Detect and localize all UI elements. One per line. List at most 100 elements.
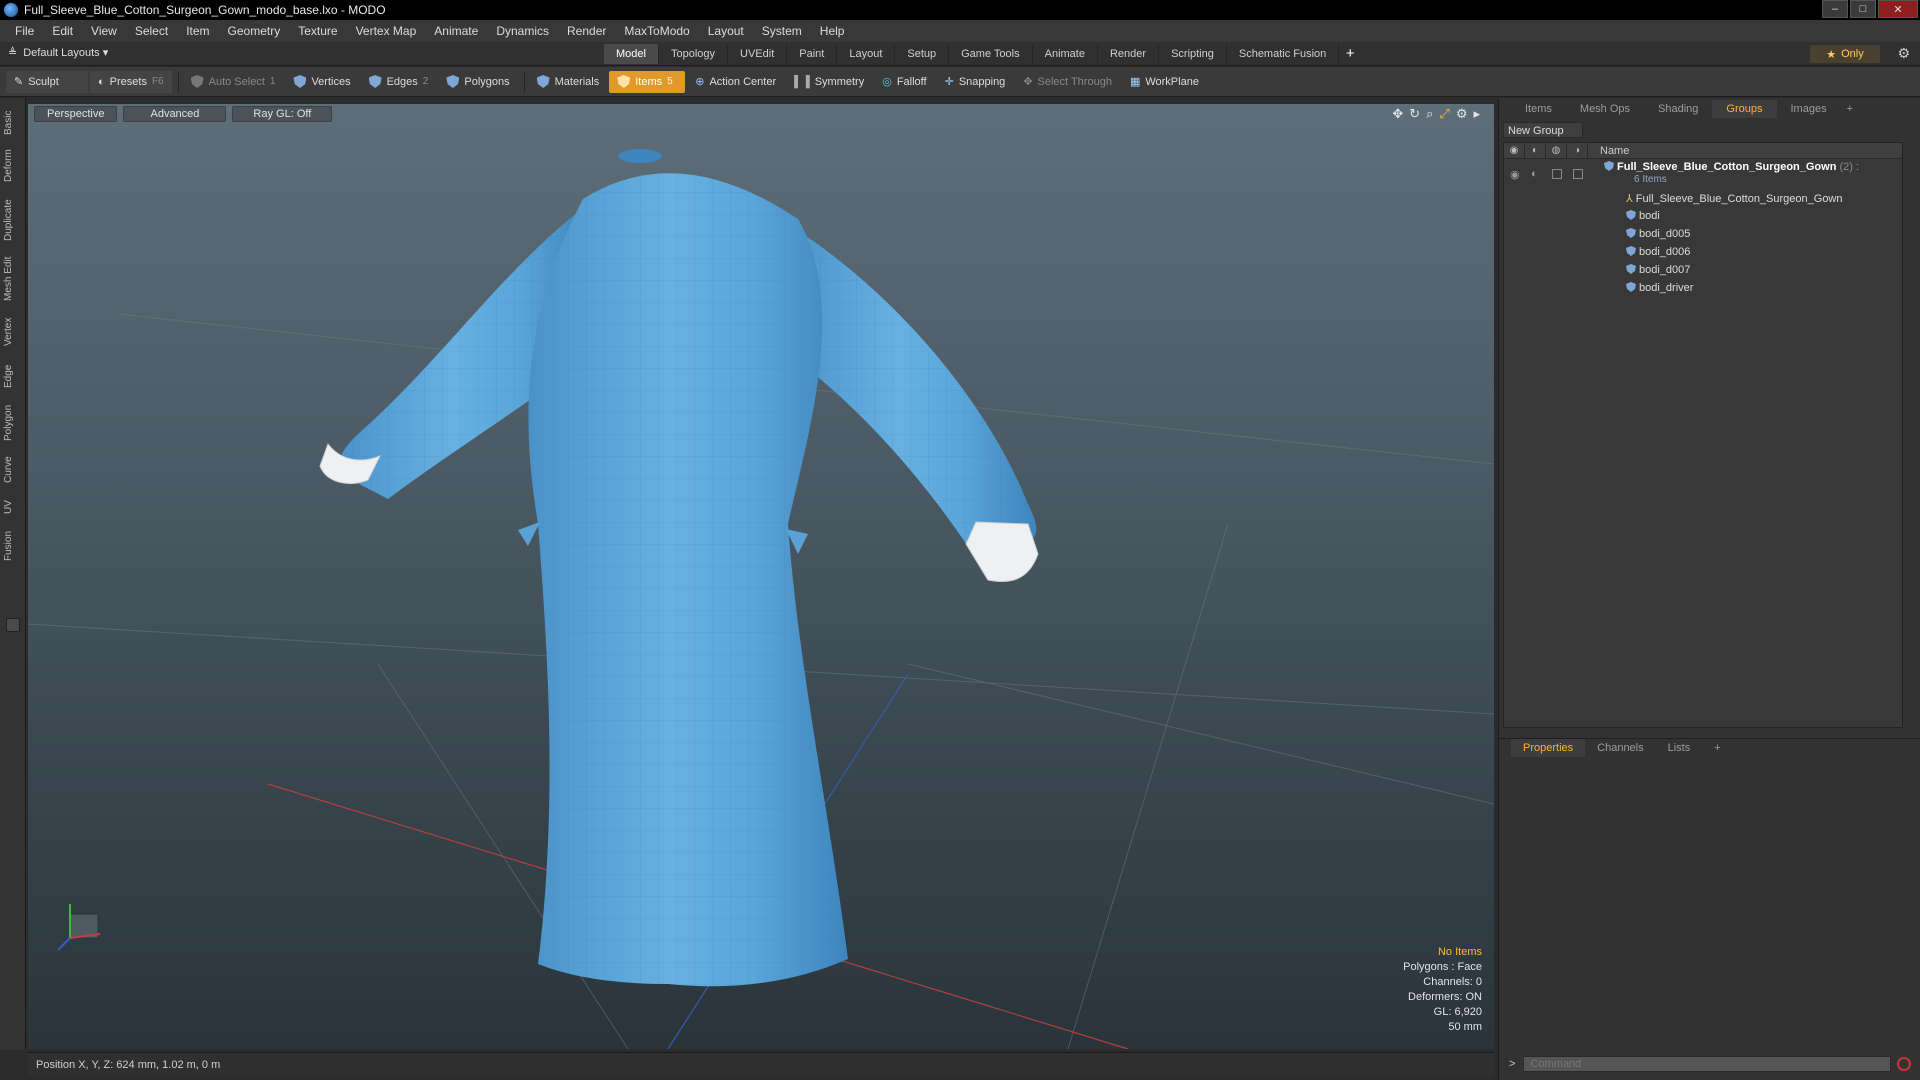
layout-collapse-icon[interactable]: ≜ <box>8 46 17 59</box>
edges-button[interactable]: Edges 2 <box>361 71 437 93</box>
close-button[interactable]: ✕ <box>1878 0 1918 18</box>
left-tab-basic[interactable]: Basic <box>3 106 23 140</box>
render-toggle-icon[interactable]: ◐ <box>1531 168 1538 180</box>
left-tab-mesh-edit[interactable]: Mesh Edit <box>3 252 23 306</box>
tab-setup[interactable]: Setup <box>895 44 950 64</box>
tree-item-row[interactable]: bodi_driver <box>1504 279 1902 297</box>
edges-shortcut: 2 <box>422 76 429 87</box>
shading-mode-button[interactable]: Advanced <box>123 106 227 122</box>
select-toggle[interactable] <box>1573 169 1583 179</box>
symmetry-button[interactable]: ▌▐ Symmetry <box>786 71 872 93</box>
tab-game-tools[interactable]: Game Tools <box>949 44 1033 64</box>
lock-toggle[interactable] <box>1552 169 1562 179</box>
tree-item-row[interactable]: bodi <box>1504 207 1902 225</box>
sculpt-button[interactable]: ✎ Sculpt <box>6 70 88 93</box>
tree-item-row[interactable]: bodi_d006 <box>1504 243 1902 261</box>
tab-scripting[interactable]: Scripting <box>1159 44 1227 64</box>
vertices-button[interactable]: Vertices <box>285 71 358 93</box>
menu-geometry[interactable]: Geometry <box>219 24 290 38</box>
tab-items[interactable]: Items <box>1511 100 1566 118</box>
left-tab-vertex[interactable]: Vertex <box>3 312 23 352</box>
tab-lists[interactable]: Lists <box>1656 739 1703 757</box>
tab-topology[interactable]: Topology <box>659 44 729 64</box>
add-properties-tab-button[interactable]: + <box>1702 739 1732 757</box>
viewport-settings-icon[interactable]: ⚙ <box>1456 106 1468 122</box>
menu-select[interactable]: Select <box>126 24 177 38</box>
menu-item[interactable]: Item <box>177 24 218 38</box>
eye-icon[interactable]: ◉ <box>1510 168 1520 181</box>
pan-icon[interactable]: ✥ <box>1392 106 1403 122</box>
materials-button[interactable]: Materials <box>529 71 608 93</box>
fit-icon[interactable]: ⤢ <box>1439 106 1449 122</box>
left-tab-edge[interactable]: Edge <box>3 358 23 394</box>
tab-layout[interactable]: Layout <box>837 44 896 64</box>
menu-dynamics[interactable]: Dynamics <box>487 24 558 38</box>
menu-render[interactable]: Render <box>558 24 615 38</box>
items-button[interactable]: Items 5 <box>609 70 686 93</box>
menu-texture[interactable]: Texture <box>289 24 346 38</box>
tab-render[interactable]: Render <box>1098 44 1160 64</box>
rotate-icon[interactable]: ↻ <box>1409 106 1420 122</box>
tab-paint[interactable]: Paint <box>787 44 838 64</box>
tab-properties[interactable]: Properties <box>1511 738 1586 757</box>
left-tab-uv[interactable]: UV <box>3 494 23 520</box>
select-through-button[interactable]: ✥ Select Through <box>1015 71 1120 93</box>
menu-system[interactable]: System <box>753 24 811 38</box>
tree-item-row[interactable]: bodi_d005 <box>1504 225 1902 243</box>
presets-button[interactable]: ◐ Presets F6 <box>90 70 172 93</box>
menu-help[interactable]: Help <box>811 24 854 38</box>
tree-item-row[interactable]: bodi_d007 <box>1504 261 1902 279</box>
tab-channels[interactable]: Channels <box>1585 739 1655 757</box>
group-icon <box>1604 161 1614 171</box>
lock-column-icon[interactable]: ◍ <box>1546 142 1567 159</box>
tab-model[interactable]: Model <box>604 44 659 64</box>
viewport-menu-arrow-icon[interactable]: ▸ <box>1473 106 1480 122</box>
menu-layout[interactable]: Layout <box>699 24 753 38</box>
tab-groups[interactable]: Groups <box>1712 100 1777 118</box>
tab-schematic-fusion[interactable]: Schematic Fusion <box>1227 44 1340 64</box>
select-column-icon[interactable]: ◑ <box>1567 142 1588 159</box>
left-tab-deform[interactable]: Deform <box>3 144 23 188</box>
layout-preset-dropdown[interactable]: ≜ Default Layouts ▾ <box>8 46 108 59</box>
falloff-button[interactable]: ◎ Falloff <box>874 71 934 93</box>
raygl-button[interactable]: Ray GL: Off <box>232 106 333 122</box>
menu-maxtomodo[interactable]: MaxToModo <box>615 24 698 38</box>
tab-uvedit[interactable]: UVEdit <box>728 44 788 64</box>
zoom-icon[interactable]: ⌕ <box>1426 106 1433 122</box>
snapping-button[interactable]: ✛ Snapping <box>937 71 1014 93</box>
add-layout-tab-button[interactable]: + <box>1339 44 1361 64</box>
left-tab-duplicate[interactable]: Duplicate <box>3 194 23 246</box>
add-panel-tab-button[interactable]: + <box>1841 100 1859 118</box>
menu-file[interactable]: File <box>6 24 43 38</box>
left-tab-polygon[interactable]: Polygon <box>3 400 23 446</box>
left-tab-fusion[interactable]: Fusion <box>3 526 23 566</box>
group-row[interactable]: ◉ ◐ Full_Sleeve_Blue_Cotton_Surgeon_Gown… <box>1504 159 1902 189</box>
tab-shading[interactable]: Shading <box>1644 100 1712 118</box>
maximize-button[interactable]: □ <box>1850 0 1876 18</box>
polygons-button[interactable]: Polygons <box>438 71 517 93</box>
only-button[interactable]: ★ Only <box>1810 45 1880 63</box>
visibility-column-icon[interactable]: ◉ <box>1504 142 1525 159</box>
new-group-button[interactable]: New Group <box>1503 122 1583 138</box>
minimize-button[interactable]: – <box>1822 0 1848 18</box>
tab-images[interactable]: Images <box>1777 100 1841 118</box>
workplane-button[interactable]: ▦ WorkPlane <box>1122 71 1207 93</box>
menu-view[interactable]: View <box>82 24 126 38</box>
tree-item-row[interactable]: ⅄ Full_Sleeve_Blue_Cotton_Surgeon_Gown <box>1504 189 1902 207</box>
left-tab-curve[interactable]: Curve <box>3 452 23 488</box>
command-input[interactable] <box>1523 1056 1892 1072</box>
gear-icon[interactable]: ⚙ <box>1897 45 1910 62</box>
menu-edit[interactable]: Edit <box>43 24 82 38</box>
menu-animate[interactable]: Animate <box>425 24 487 38</box>
action-center-button[interactable]: ⊕ Action Center <box>687 71 784 93</box>
auto-select-button[interactable]: Auto Select 1 <box>183 71 284 93</box>
left-panel-toggle[interactable] <box>6 618 20 632</box>
toolbar-divider <box>523 71 525 92</box>
menu-vertex-map[interactable]: Vertex Map <box>347 24 426 38</box>
3d-viewport[interactable]: Perspective Advanced Ray GL: Off ✥ ↻ ⌕ ⤢… <box>28 104 1494 1049</box>
tab-animate[interactable]: Animate <box>1033 44 1098 64</box>
view-mode-button[interactable]: Perspective <box>34 106 118 122</box>
tab-mesh-ops[interactable]: Mesh Ops <box>1566 100 1644 118</box>
render-column-icon[interactable]: ◐ <box>1525 142 1546 159</box>
command-stop-icon[interactable] <box>1897 1057 1911 1071</box>
